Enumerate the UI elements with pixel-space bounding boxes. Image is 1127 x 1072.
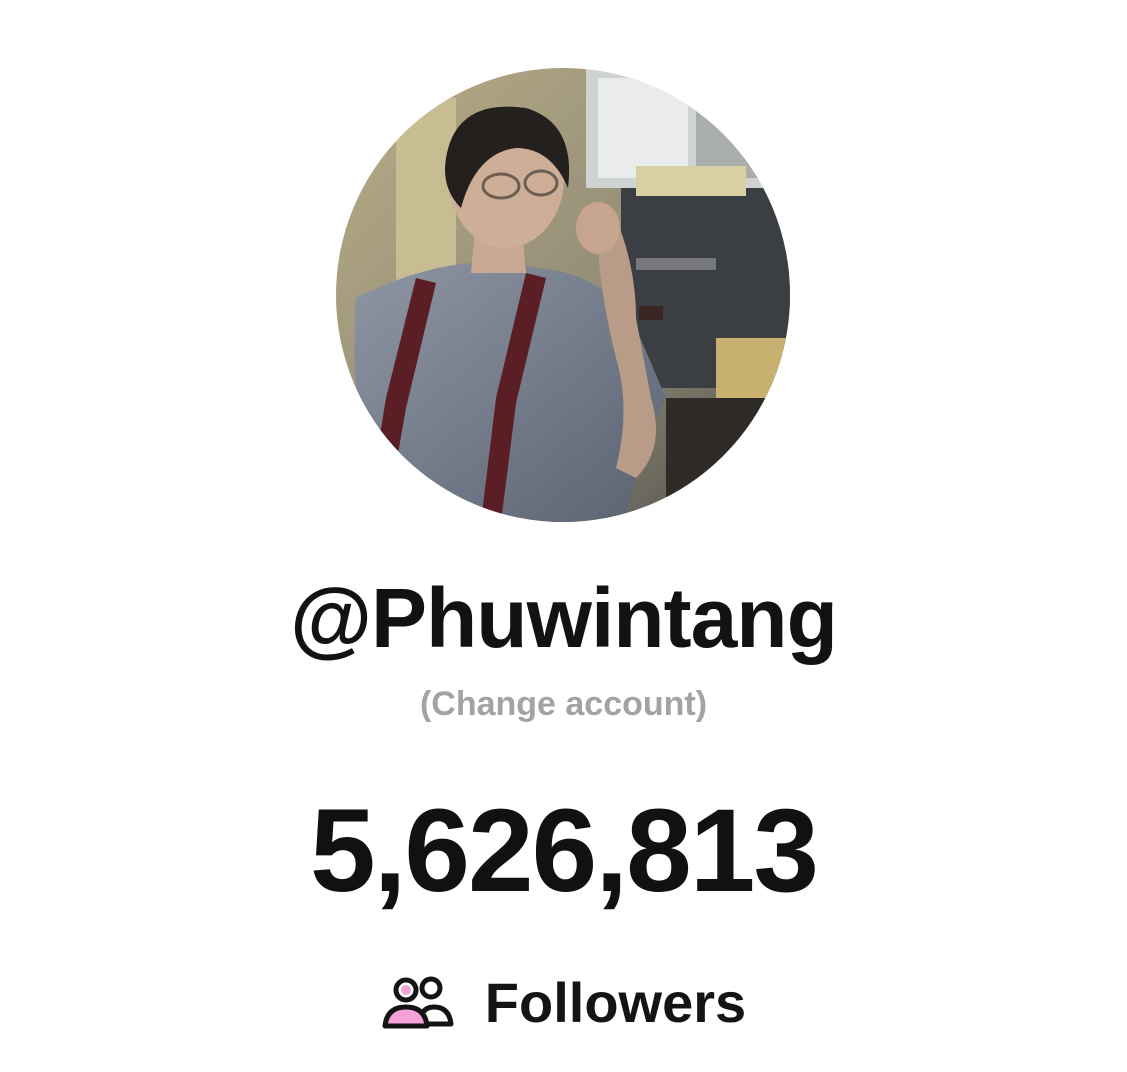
account-handle: @Phuwintang: [290, 571, 838, 665]
followers-label: Followers: [484, 971, 747, 1034]
profile-avatar: [336, 68, 790, 522]
followers-row: Followers: [0, 970, 1127, 1036]
change-account-link[interactable]: (Change account): [0, 684, 1127, 724]
profile-photo: [336, 68, 790, 522]
followers-count: 5,626,813: [310, 785, 819, 917]
users-icon: [382, 976, 454, 1029]
